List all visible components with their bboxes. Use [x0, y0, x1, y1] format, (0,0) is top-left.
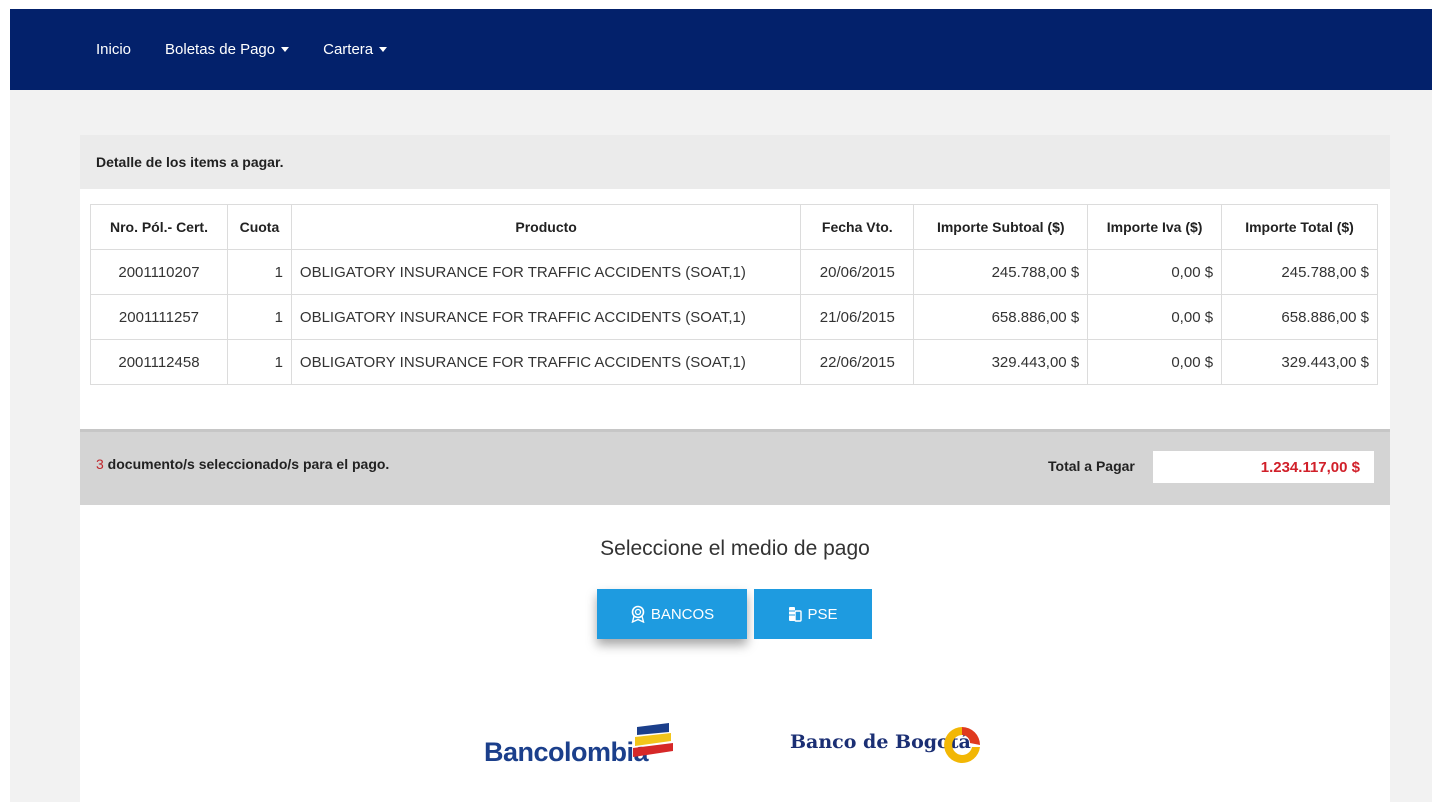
total-amount-field: 1.234.117,00 $: [1153, 451, 1374, 483]
column-header[interactable]: Fecha Vto.: [800, 204, 915, 250]
nav-item-boletas-de-pago[interactable]: Boletas de Pago: [165, 41, 290, 58]
items-panel: Nro. Pól.- Cert. Cuota Producto Fecha Vt…: [80, 189, 1390, 431]
caret-down-icon: [379, 47, 388, 52]
total-cell: 245.788,00 $: [1221, 249, 1378, 295]
total-cell: 658.886,00 $: [1221, 294, 1378, 340]
pse-button[interactable]: PSE: [754, 589, 872, 639]
product-cell: OBLIGATORY INSURANCE FOR TRAFFIC ACCIDEN…: [290, 339, 802, 385]
table-row: 2001110207 1 OBLIGATORY INSURANCE FOR TR…: [90, 249, 1378, 295]
coins-icon: [788, 605, 803, 623]
total-cell: 329.443,00 $: [1221, 339, 1378, 385]
policy-number-cell: 2001110207: [90, 249, 228, 295]
banco-de-bogota-logo[interactable]: Banco de Bogotá: [790, 721, 1010, 771]
bank-badge-icon: [630, 605, 646, 623]
banco-de-bogota-swirl-icon: [944, 727, 980, 763]
policy-number-cell: 2001112458: [90, 339, 228, 385]
bancos-button[interactable]: BANCOS: [597, 589, 747, 639]
section-title: Detalle de los items a pagar.: [96, 154, 284, 170]
total-amount: 1.234.117,00 $: [1260, 458, 1360, 476]
product-cell: OBLIGATORY INSURANCE FOR TRAFFIC ACCIDEN…: [290, 294, 802, 340]
subtotal-cell: 329.443,00 $: [913, 339, 1089, 385]
iva-cell: 0,00 $: [1087, 249, 1223, 295]
selected-count-label: documento/s seleccionado/s para el pago.: [103, 456, 390, 472]
product-cell: OBLIGATORY INSURANCE FOR TRAFFIC ACCIDEN…: [290, 249, 802, 295]
table-header-row: Nro. Pól.- Cert. Cuota Producto Fecha Vt…: [90, 204, 1378, 250]
bancolombia-logo-text: Bancolombia: [484, 737, 649, 767]
due-date-cell: 21/06/2015: [800, 294, 915, 340]
nav-item-cartera[interactable]: Cartera: [323, 41, 388, 58]
table-row: 2001112458 1 OBLIGATORY INSURANCE FOR TR…: [90, 339, 1378, 385]
top-navbar: Inicio Boletas de Pago Cartera: [10, 9, 1432, 90]
selected-documents-text: 3 documento/s seleccionado/s para el pag…: [96, 456, 389, 472]
total-label: Total a Pagar: [1048, 458, 1135, 474]
quota-cell: 1: [226, 294, 292, 340]
column-header[interactable]: Cuota: [226, 204, 292, 250]
payment-method-panel: Seleccione el medio de pago BANCOS PSE B…: [80, 505, 1390, 802]
subtotal-cell: 658.886,00 $: [913, 294, 1089, 340]
iva-cell: 0,00 $: [1087, 339, 1223, 385]
iva-cell: 0,00 $: [1087, 294, 1223, 340]
column-header[interactable]: Producto: [290, 204, 802, 250]
payment-summary-bar: 3 documento/s seleccionado/s para el pag…: [80, 429, 1390, 505]
due-date-cell: 22/06/2015: [800, 339, 915, 385]
table-row: 2001111257 1 OBLIGATORY INSURANCE FOR TR…: [90, 294, 1378, 340]
quota-cell: 1: [226, 249, 292, 295]
caret-down-icon: [281, 47, 290, 52]
nav-item-label: Inicio: [96, 41, 132, 58]
payment-method-title: Seleccione el medio de pago: [600, 537, 870, 560]
bancolombia-logo[interactable]: Bancolombia: [484, 711, 674, 781]
pse-button-label: PSE: [807, 605, 838, 623]
page-frame: Inicio Boletas de Pago Cartera Detalle d…: [10, 9, 1432, 802]
items-table: Nro. Pól.- Cert. Cuota Producto Fecha Vt…: [90, 204, 1378, 385]
column-header[interactable]: Nro. Pól.- Cert.: [90, 204, 228, 250]
policy-number-cell: 2001111257: [90, 294, 228, 340]
column-header[interactable]: Importe Iva ($): [1087, 204, 1223, 250]
due-date-cell: 20/06/2015: [800, 249, 915, 295]
subtotal-cell: 245.788,00 $: [913, 249, 1089, 295]
nav-item-label: Cartera: [323, 41, 374, 58]
selected-count: 3: [96, 456, 104, 472]
bancos-button-label: BANCOS: [650, 605, 715, 623]
nav-item-inicio[interactable]: Inicio: [96, 41, 131, 58]
items-section-header: Detalle de los items a pagar.: [80, 135, 1390, 189]
column-header[interactable]: Importe Total ($): [1221, 204, 1378, 250]
quota-cell: 1: [226, 339, 292, 385]
bancolombia-flag-icon: [633, 723, 673, 757]
column-header[interactable]: Importe Subtoal ($): [913, 204, 1089, 250]
nav-item-label: Boletas de Pago: [165, 41, 276, 58]
